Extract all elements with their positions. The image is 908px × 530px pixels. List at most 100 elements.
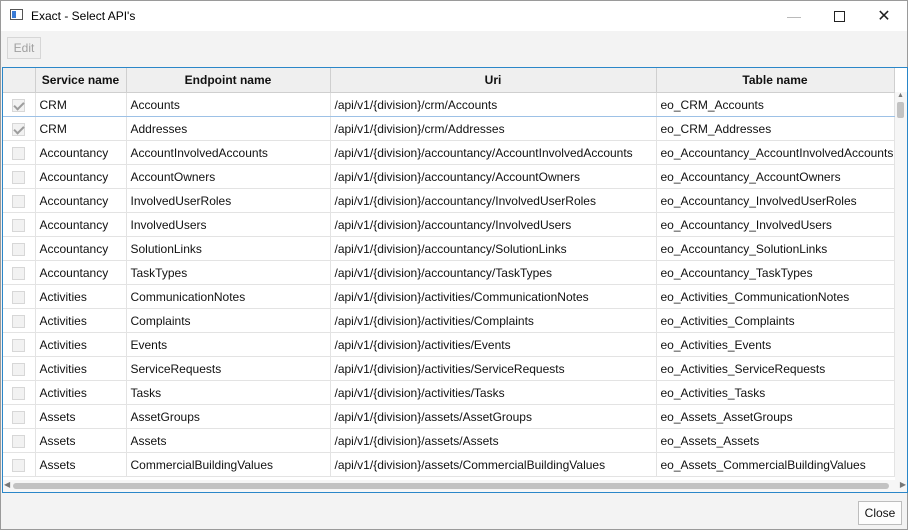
row-checkbox[interactable] <box>12 410 26 424</box>
table-row[interactable]: Accountancy AccountInvolvedAccounts/api/v… <box>3 140 895 165</box>
endpoint-name-cell[interactable]: SolutionLinks <box>126 236 331 261</box>
table-name-cell[interactable]: eo_CRM_Accounts <box>656 92 895 117</box>
row-checkbox[interactable] <box>12 194 26 208</box>
table-row[interactable]: Accountancy InvolvedUserRoles/api/v1/{div… <box>3 188 895 213</box>
service-name-cell[interactable]: CRM <box>35 92 127 117</box>
service-name-cell[interactable]: Accountancy <box>35 164 127 189</box>
scroll-right-icon[interactable]: ▶ <box>900 480 906 489</box>
table-name-cell[interactable]: eo_Activities_CommunicationNotes <box>656 284 895 309</box>
table-row[interactable]: Activities CommunicationNotes/api/v1/{div… <box>3 284 895 309</box>
uri-cell[interactable]: /api/v1/{division}/activities/ServiceReq… <box>330 356 657 381</box>
horizontal-scrollbar[interactable]: ◀ ▶ <box>3 480 907 492</box>
endpoint-name-cell[interactable]: Events <box>126 332 331 357</box>
table-row[interactable]: Activities ServiceRequests/api/v1/{divisi… <box>3 356 895 381</box>
service-name-cell[interactable]: Accountancy <box>35 260 127 285</box>
endpoint-name-cell[interactable]: AccountOwners <box>126 164 331 189</box>
uri-cell[interactable]: /api/v1/{division}/accountancy/InvolvedU… <box>330 212 657 237</box>
vertical-scrollbar[interactable]: ▲ <box>895 92 907 480</box>
service-name-cell[interactable]: Accountancy <box>35 140 127 165</box>
row-checkbox[interactable] <box>12 242 26 256</box>
uri-cell[interactable]: /api/v1/{division}/activities/Communicat… <box>330 284 657 309</box>
table-row[interactable]: Activities Tasks/api/v1/{division}/activi… <box>3 380 895 405</box>
endpoint-name-cell[interactable]: Tasks <box>126 380 331 405</box>
uri-cell[interactable]: /api/v1/{division}/activities/Events <box>330 332 657 357</box>
endpoint-name-cell[interactable]: AssetGroups <box>126 404 331 429</box>
uri-cell[interactable]: /api/v1/{division}/accountancy/TaskTypes <box>330 260 657 285</box>
row-checkbox[interactable] <box>12 338 26 352</box>
uri-cell[interactable]: /api/v1/{division}/crm/Addresses <box>330 116 657 141</box>
table-row[interactable]: Assets AssetGroups/api/v1/{division}/asse… <box>3 404 895 429</box>
table-name-cell[interactable]: eo_Assets_AssetGroups <box>656 404 895 429</box>
row-checkbox[interactable] <box>12 266 26 280</box>
service-name-cell[interactable]: Assets <box>35 428 127 453</box>
table-name-cell[interactable]: eo_Accountancy_SolutionLinks <box>656 236 895 261</box>
service-name-cell[interactable]: Accountancy <box>35 212 127 237</box>
select-column-header[interactable] <box>3 68 36 93</box>
column-header-uri[interactable]: Uri <box>330 68 657 93</box>
endpoint-name-cell[interactable]: Assets <box>126 428 331 453</box>
uri-cell[interactable]: /api/v1/{division}/accountancy/AccountIn… <box>330 140 657 165</box>
table-name-cell[interactable]: eo_Activities_Events <box>656 332 895 357</box>
service-name-cell[interactable]: Accountancy <box>35 236 127 261</box>
uri-cell[interactable]: /api/v1/{division}/activities/Tasks <box>330 380 657 405</box>
table-name-cell[interactable]: eo_Accountancy_AccountOwners <box>656 164 895 189</box>
table-row[interactable]: Activities Complaints/api/v1/{division}/a… <box>3 308 895 333</box>
table-row[interactable]: Accountancy SolutionLinks/api/v1/{divisio… <box>3 236 895 261</box>
endpoint-name-cell[interactable]: Accounts <box>126 92 331 117</box>
uri-cell[interactable]: /api/v1/{division}/activities/Complaints <box>330 308 657 333</box>
table-name-cell[interactable]: eo_Assets_CommercialBuildingValues <box>656 452 895 477</box>
endpoint-name-cell[interactable]: InvolvedUsers <box>126 212 331 237</box>
row-checkbox[interactable] <box>12 170 26 184</box>
table-name-cell[interactable]: eo_Accountancy_InvolvedUserRoles <box>656 188 895 213</box>
title-bar[interactable]: Exact - Select API's — ✕ <box>1 1 907 31</box>
service-name-cell[interactable]: Accountancy <box>35 188 127 213</box>
service-name-cell[interactable]: Assets <box>35 404 127 429</box>
uri-cell[interactable]: /api/v1/{division}/accountancy/AccountOw… <box>330 164 657 189</box>
service-name-cell[interactable]: CRM <box>35 116 127 141</box>
table-name-cell[interactable]: eo_Accountancy_InvolvedUsers <box>656 212 895 237</box>
row-checkbox[interactable] <box>12 290 26 304</box>
uri-cell[interactable]: /api/v1/{division}/crm/Accounts <box>330 92 657 117</box>
edit-button[interactable]: Edit <box>7 37 41 59</box>
scroll-up-icon[interactable]: ▲ <box>897 92 904 99</box>
api-grid[interactable]: Service name Endpoint name Uri Table nam… <box>2 67 908 493</box>
uri-cell[interactable]: /api/v1/{division}/assets/Assets <box>330 428 657 453</box>
table-row[interactable]: Accountancy InvolvedUsers/api/v1/{divisio… <box>3 212 895 237</box>
row-checkbox[interactable] <box>12 122 26 136</box>
service-name-cell[interactable]: Activities <box>35 308 127 333</box>
service-name-cell[interactable]: Activities <box>35 380 127 405</box>
table-name-cell[interactable]: eo_Accountancy_TaskTypes <box>656 260 895 285</box>
uri-cell[interactable]: /api/v1/{division}/assets/CommercialBuil… <box>330 452 657 477</box>
table-name-cell[interactable]: eo_Activities_Tasks <box>656 380 895 405</box>
minimize-button[interactable]: — <box>771 1 817 31</box>
service-name-cell[interactable]: Activities <box>35 332 127 357</box>
table-row[interactable]: Accountancy TaskTypes/api/v1/{division}/a… <box>3 260 895 285</box>
vertical-scroll-thumb[interactable] <box>897 102 904 118</box>
service-name-cell[interactable]: Assets <box>35 452 127 477</box>
column-header-endpoint-name[interactable]: Endpoint name <box>126 68 331 93</box>
endpoint-name-cell[interactable]: Addresses <box>126 116 331 141</box>
row-checkbox[interactable] <box>12 98 26 112</box>
service-name-cell[interactable]: Activities <box>35 356 127 381</box>
maximize-button[interactable] <box>816 1 862 31</box>
table-row[interactable]: Assets Assets/api/v1/{division}/assets/As… <box>3 428 895 453</box>
uri-cell[interactable]: /api/v1/{division}/accountancy/SolutionL… <box>330 236 657 261</box>
uri-cell[interactable]: /api/v1/{division}/accountancy/InvolvedU… <box>330 188 657 213</box>
table-name-cell[interactable]: eo_Assets_Assets <box>656 428 895 453</box>
column-header-service-name[interactable]: Service name <box>35 68 127 93</box>
table-name-cell[interactable]: eo_Activities_Complaints <box>656 308 895 333</box>
close-window-button[interactable]: ✕ <box>861 1 907 31</box>
close-button[interactable]: Close <box>858 501 902 525</box>
table-name-cell[interactable]: eo_CRM_Addresses <box>656 116 895 141</box>
table-row[interactable]: CRM Addresses/api/v1/{division}/crm/Addre… <box>3 116 895 141</box>
row-checkbox[interactable] <box>12 362 26 376</box>
endpoint-name-cell[interactable]: Complaints <box>126 308 331 333</box>
row-checkbox[interactable] <box>12 314 26 328</box>
horizontal-scroll-thumb[interactable] <box>13 483 889 489</box>
row-checkbox[interactable] <box>12 434 26 448</box>
table-name-cell[interactable]: eo_Accountancy_AccountInvolvedAccounts <box>656 140 895 165</box>
table-row[interactable]: Assets CommercialBuildingValues/api/v1/{d… <box>3 452 895 477</box>
table-row[interactable]: Accountancy AccountOwners/api/v1/{divisio… <box>3 164 895 189</box>
column-header-table-name[interactable]: Table name <box>656 68 895 93</box>
endpoint-name-cell[interactable]: CommercialBuildingValues <box>126 452 331 477</box>
